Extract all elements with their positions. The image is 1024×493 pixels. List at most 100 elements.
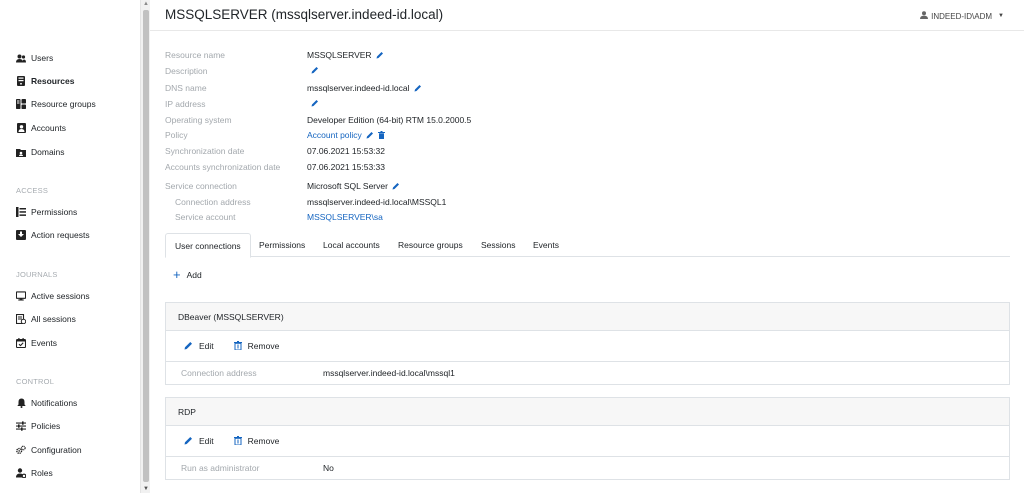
sliders-icon <box>16 421 26 431</box>
sidebar-item-permissions[interactable]: Permissions <box>16 205 77 219</box>
sidebar-item-label: Notifications <box>31 398 78 408</box>
remove-connection-button[interactable]: Remove <box>233 435 280 447</box>
service-account-label: Service account <box>175 212 236 222</box>
sidebar-item-resources[interactable]: Resources <box>16 74 74 88</box>
connection-title: DBeaver (MSSQLSERVER) <box>166 303 1009 331</box>
page-title: MSSQLSERVER (mssqlserver.indeed-id.local… <box>165 7 444 22</box>
delete-policy-trash-icon[interactable] <box>377 131 386 139</box>
sidebar-section-control: CONTROL <box>16 377 55 386</box>
accounts-sync-label: Accounts synchronization date <box>165 162 281 172</box>
accounts-sync-value: 07.06.2021 15:53:33 <box>307 162 385 172</box>
sync-date-label: Synchronization date <box>165 146 245 156</box>
service-account-link[interactable]: MSSQLSERVER\sa <box>307 212 383 222</box>
tab-events[interactable]: Events <box>524 233 568 257</box>
gears-icon <box>16 445 26 455</box>
sidebar-item-label: All sessions <box>31 314 76 324</box>
sidebar-item-notifications[interactable]: Notifications <box>16 396 77 410</box>
sidebar-item-action-requests[interactable]: Action requests <box>16 228 90 242</box>
sidebar-item-users[interactable]: Users <box>16 51 53 65</box>
edit-label: Edit <box>199 341 214 351</box>
sidebar-item-events[interactable]: Events <box>16 336 57 350</box>
sidebar-item-label: Users <box>31 53 54 63</box>
edit-dns-name-pencil-icon[interactable] <box>414 84 422 92</box>
dns-name-label: DNS name <box>165 83 207 93</box>
tab-user-connections[interactable]: User connections <box>165 233 251 258</box>
server-icon <box>16 76 26 86</box>
page-header: MSSQLSERVER (mssqlserver.indeed-id.local… <box>150 0 1024 31</box>
sidebar-item-label: Events <box>31 338 57 348</box>
sidebar-item-label: Permissions <box>31 207 78 217</box>
property-key: Run as administrator <box>181 463 260 473</box>
dns-name-text: mssqlserver.indeed-id.local <box>307 83 410 93</box>
sidebar-section-journals: JOURNALS <box>16 270 58 279</box>
sidebar-item-policies[interactable]: Policies <box>16 419 60 433</box>
description-label: Description <box>165 66 208 76</box>
sidebar-item-label: Active sessions <box>31 291 90 301</box>
sidebar-item-domains[interactable]: Domains <box>16 145 65 159</box>
sidebar-item-resource-groups[interactable]: Resource groups <box>16 97 96 111</box>
service-connection-label: Service connection <box>165 181 237 191</box>
tab-sessions[interactable]: Sessions <box>472 233 525 257</box>
connection-card: RDP Edit Remove Run as administrator No <box>165 397 1010 480</box>
sidebar-item-all-sessions[interactable]: All sessions <box>16 312 76 326</box>
connection-property-row: Run as administrator No <box>166 457 1009 479</box>
policy-value: Account policy <box>307 130 386 140</box>
sidebar-item-label: Roles <box>31 468 53 478</box>
remove-connection-button[interactable]: Remove <box>233 340 279 352</box>
sync-date-value: 07.06.2021 15:53:32 <box>307 146 385 156</box>
sidebar-item-label: Configuration <box>31 445 82 455</box>
plus-icon: + <box>173 267 181 282</box>
property-value: mssqlserver.indeed-id.local\mssql1 <box>323 368 455 378</box>
property-value: No <box>323 463 334 473</box>
monitor-icon <box>16 291 26 301</box>
sidebar-item-label: Accounts <box>31 123 66 133</box>
calendar-check-icon <box>16 338 26 348</box>
sidebar-item-roles[interactable]: Roles <box>16 466 53 480</box>
resource-name-label: Resource name <box>165 50 226 60</box>
bell-icon <box>16 398 26 408</box>
sidebar-item-label: Policies <box>31 421 61 431</box>
scroll-down-arrow-icon[interactable]: ▼ <box>143 486 149 492</box>
user-name: INDEED-ID\ADM <box>931 11 993 21</box>
connection-address-label: Connection address <box>175 197 251 207</box>
connection-actions: Edit Remove <box>166 331 1009 362</box>
sidebar-item-active-sessions[interactable]: Active sessions <box>16 289 90 303</box>
edit-policy-pencil-icon[interactable] <box>366 131 374 139</box>
scrollbar-thumb[interactable] <box>143 10 149 482</box>
roles-icon <box>16 468 26 478</box>
service-account-value: MSSQLSERVER\sa <box>307 212 383 222</box>
edit-connection-button[interactable]: Edit <box>184 436 214 447</box>
scroll-up-arrow-icon[interactable]: ▲ <box>143 1 149 7</box>
remove-label: Remove <box>247 436 280 446</box>
os-value: Developer Edition (64-bit) RTM 15.0.2000… <box>307 115 472 125</box>
edit-resource-name-pencil-icon[interactable] <box>376 51 384 59</box>
os-label: Operating system <box>165 115 232 125</box>
tab-local-accounts[interactable]: Local accounts <box>314 233 389 257</box>
tab-bar: User connections Permissions Local accou… <box>165 233 1010 258</box>
policy-link[interactable]: Account policy <box>307 130 362 140</box>
trash-icon <box>233 435 242 447</box>
property-key: Connection address <box>181 368 257 378</box>
edit-description-pencil-icon[interactable] <box>311 66 319 74</box>
edit-service-connection-pencil-icon[interactable] <box>392 182 400 190</box>
domain-icon <box>16 147 26 157</box>
edit-ip-address-pencil-icon[interactable] <box>311 99 319 107</box>
sidebar-item-label: Resource groups <box>31 99 96 109</box>
sidebar-scrollbar[interactable]: ▲ ▼ <box>140 0 150 493</box>
sidebar-item-accounts[interactable]: Accounts <box>16 121 66 135</box>
sidebar-item-label: Domains <box>31 147 65 157</box>
add-connection-button[interactable]: + Add <box>173 267 202 282</box>
policy-label: Policy <box>165 130 188 140</box>
trash-icon <box>233 340 242 352</box>
user-menu[interactable]: INDEED-ID\ADM ▼ <box>920 11 1004 21</box>
resource-name-value: MSSQLSERVER <box>307 50 384 60</box>
sessions-icon <box>16 314 26 324</box>
tab-permissions[interactable]: Permissions <box>250 233 314 257</box>
edit-connection-button[interactable]: Edit <box>184 341 214 352</box>
service-connection-text: Microsoft SQL Server <box>307 181 388 191</box>
tab-resource-groups[interactable]: Resource groups <box>389 233 472 257</box>
sidebar-item-configuration[interactable]: Configuration <box>16 443 82 457</box>
sidebar-item-label: Action requests <box>31 230 90 240</box>
action-requests-icon <box>16 230 26 240</box>
sidebar-item-label: Resources <box>31 76 75 86</box>
